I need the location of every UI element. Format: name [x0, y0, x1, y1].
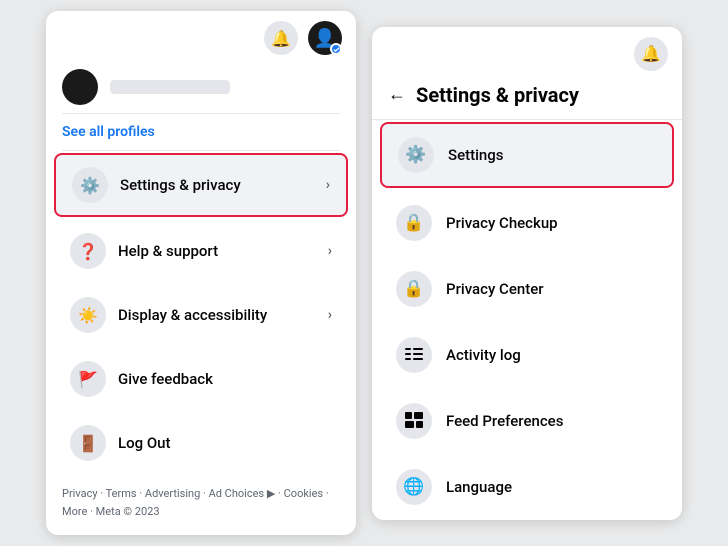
avatar	[62, 69, 98, 105]
settings-privacy-label: Settings & privacy	[120, 176, 241, 194]
profile-row	[46, 59, 356, 113]
footer: Privacy · Terms · Advertising · Ad Choic…	[46, 475, 356, 534]
menu-item-display-accessibility[interactable]: ☀️ Display & accessibility ›	[54, 285, 348, 345]
menu-item-help-support[interactable]: ❓ Help & support ›	[54, 221, 348, 281]
right-menu-item-feed-preferences[interactable]: Feed Preferences	[380, 390, 674, 452]
privacy-center-icon: 🔒	[396, 271, 432, 307]
give-feedback-label: Give feedback	[118, 370, 213, 388]
right-top-bar: 🔔	[372, 27, 682, 75]
menu-item-log-out[interactable]: 🚪 Log Out	[54, 413, 348, 473]
language-icon: 🌐	[396, 469, 432, 505]
menu-item-give-feedback[interactable]: 🚩 Give feedback	[54, 349, 348, 409]
chevron-right-icon: ›	[326, 177, 330, 193]
feed-preferences-icon	[396, 403, 432, 439]
right-menu-item-activity-log[interactable]: Activity log	[380, 324, 674, 386]
help-support-label: Help & support	[118, 242, 218, 260]
checkmark-badge	[330, 43, 342, 55]
settings-privacy-icon: ⚙️	[72, 167, 108, 203]
privacy-checkup-label: Privacy Checkup	[446, 214, 558, 232]
menu-item-settings-privacy[interactable]: ⚙️ Settings & privacy ›	[54, 153, 348, 217]
settings-label: Settings	[448, 146, 504, 164]
display-accessibility-label: Display & accessibility	[118, 306, 267, 324]
activity-log-icon	[396, 337, 432, 373]
activity-log-label: Activity log	[446, 346, 521, 364]
divider-mid	[62, 150, 340, 151]
right-menu-item-language[interactable]: 🌐 Language	[380, 456, 674, 518]
chevron-right-icon-3: ›	[328, 307, 332, 323]
privacy-center-label: Privacy Center	[446, 280, 544, 298]
help-support-icon: ❓	[70, 233, 106, 269]
settings-icon: ⚙️	[398, 137, 434, 173]
right-header: ← Settings & privacy	[372, 75, 682, 120]
right-menu-item-privacy-center[interactable]: 🔒 Privacy Center	[380, 258, 674, 320]
back-arrow-icon[interactable]: ←	[388, 84, 406, 105]
privacy-checkup-icon: 🔒	[396, 205, 432, 241]
footer-text: Privacy · Terms · Advertising · Ad Choic…	[62, 487, 329, 518]
feed-preferences-label: Feed Preferences	[446, 412, 563, 430]
language-label: Language	[446, 478, 512, 496]
display-accessibility-icon: ☀️	[70, 297, 106, 333]
right-panel: 🔔 ← Settings & privacy ⚙️ Settings 🔒 Pri…	[372, 27, 682, 520]
left-panel: 🔔 👤 See all profiles ⚙️ Settings & priva…	[46, 11, 356, 534]
left-top-bar: 🔔 👤	[46, 11, 356, 59]
avatar-icon[interactable]: 👤	[308, 21, 342, 55]
give-feedback-icon: 🚩	[70, 361, 106, 397]
right-menu-item-privacy-checkup[interactable]: 🔒 Privacy Checkup	[380, 192, 674, 254]
bell-icon-right[interactable]: 🔔	[634, 37, 668, 71]
see-all-profiles-link[interactable]: See all profiles	[46, 114, 356, 150]
bell-icon-left[interactable]: 🔔	[264, 21, 298, 55]
log-out-label: Log Out	[118, 434, 171, 452]
right-menu-item-settings[interactable]: ⚙️ Settings	[380, 122, 674, 188]
profile-name	[110, 80, 230, 94]
chevron-right-icon-2: ›	[328, 243, 332, 259]
right-panel-title: Settings & privacy	[416, 83, 579, 107]
log-out-icon: 🚪	[70, 425, 106, 461]
